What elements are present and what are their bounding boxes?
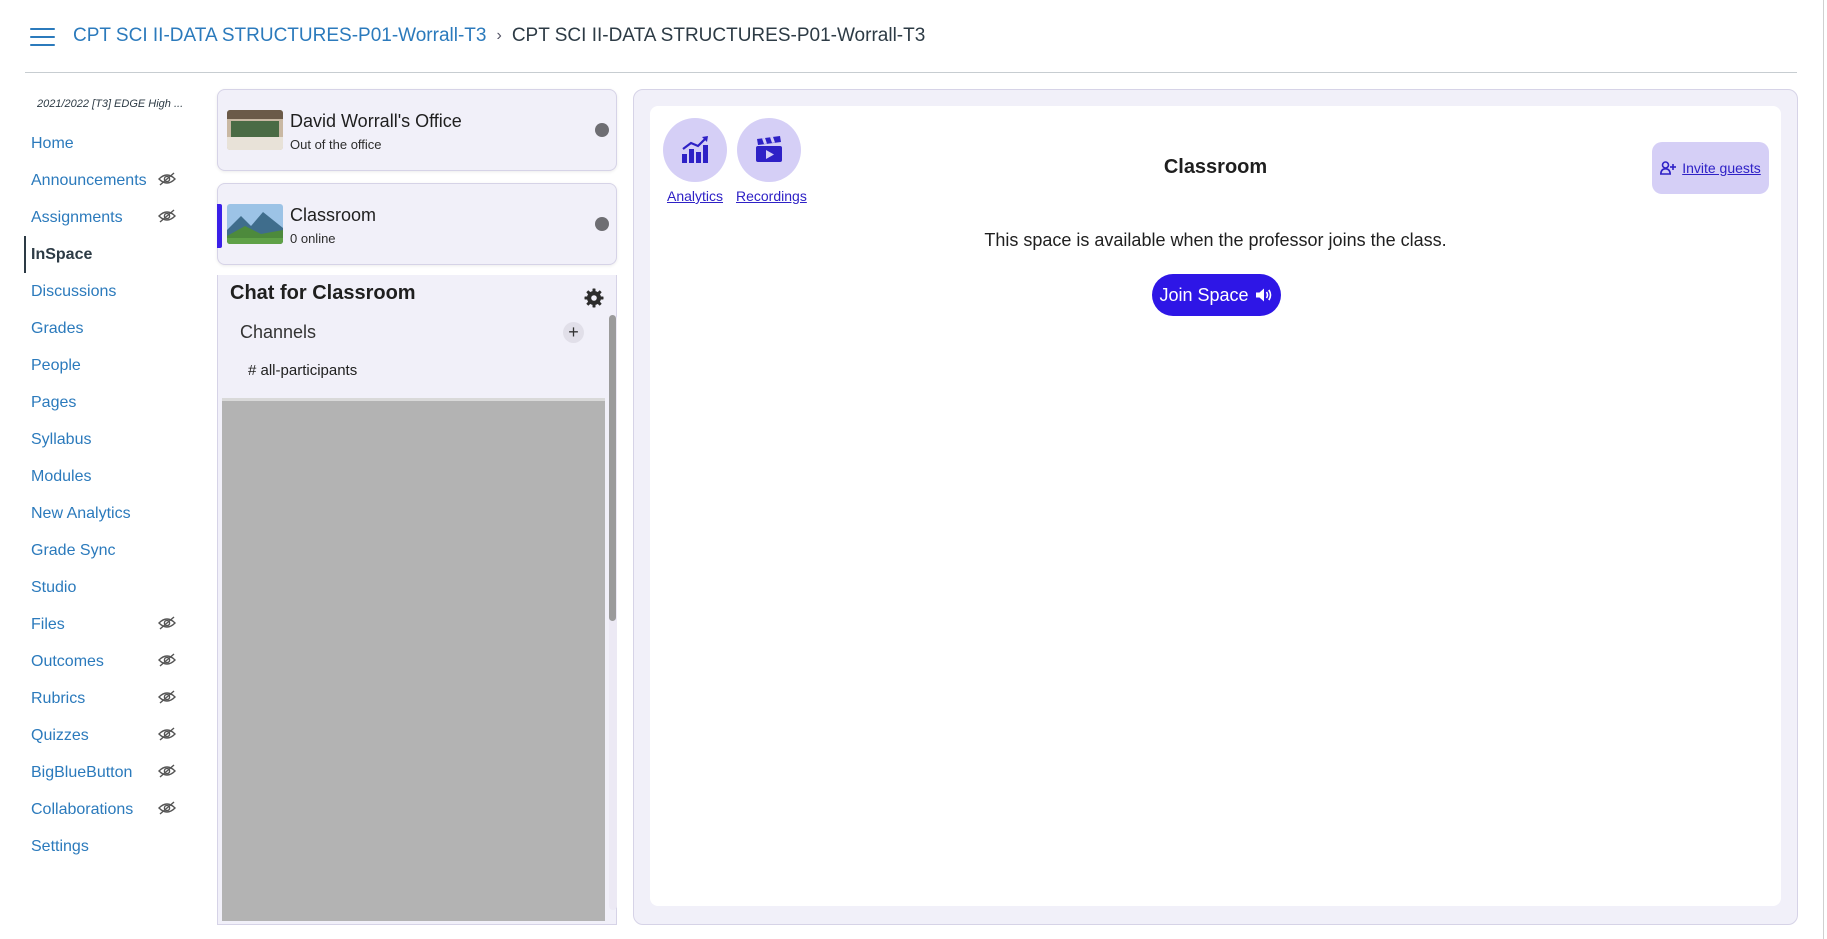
recordings-label[interactable]: Recordings: [736, 188, 807, 204]
breadcrumb-course-link[interactable]: CPT SCI II-DATA STRUCTURES-P01-Worrall-T…: [73, 25, 486, 47]
sidebar-item-label: Assignments: [31, 208, 123, 226]
sidebar-item-label: Rubrics: [31, 689, 86, 707]
add-channel-button[interactable]: +: [563, 322, 584, 343]
sidebar-item-label: Announcements: [31, 171, 147, 189]
course-navigation: Home Announcements Assignments InSpace Discu…: [24, 125, 184, 865]
hidden-from-students-eye-slash-icon: [158, 801, 176, 815]
hidden-from-students-eye-slash-icon: [158, 616, 176, 630]
chat-title: Chat for Classroom: [230, 282, 416, 304]
channels-heading: Channels: [240, 322, 317, 342]
sidebar-item-quizzes[interactable]: Quizzes: [24, 717, 184, 754]
sidebar-item-grades[interactable]: Grades: [24, 310, 184, 347]
invite-guests-label[interactable]: Invite guests: [1682, 160, 1761, 176]
hidden-from-students-eye-slash-icon: [158, 653, 176, 667]
sidebar-item-label: Files: [31, 615, 65, 633]
sidebar-item-label: Grades: [31, 319, 84, 337]
sidebar-item-studio[interactable]: Studio: [24, 569, 184, 606]
sidebar-item-syllabus[interactable]: Syllabus: [24, 421, 184, 458]
sidebar-item-people[interactable]: People: [24, 347, 184, 384]
window-edge: [1823, 0, 1827, 939]
course-term-label: 2021/2022 [T3] EDGE High ...: [37, 98, 184, 110]
course-header: CPT SCI II-DATA STRUCTURES-P01-Worrall-T…: [0, 0, 1797, 73]
hamburger-menu-icon[interactable]: [30, 28, 55, 48]
sidebar-item-bigbluebutton[interactable]: BigBlueButton: [24, 754, 184, 791]
classroom-space-name: Classroom: [290, 205, 377, 225]
sidebar-item-label: People: [31, 356, 81, 374]
sidebar-item-label: BigBlueButton: [31, 763, 133, 781]
sidebar-item-discussions[interactable]: Discussions: [24, 273, 184, 310]
join-space-button[interactable]: Join Space: [1152, 274, 1281, 316]
breadcrumb: CPT SCI II-DATA STRUCTURES-P01-Worrall-T…: [73, 25, 925, 47]
sidebar-item-settings[interactable]: Settings: [24, 828, 184, 865]
analytics-label[interactable]: Analytics: [662, 188, 728, 204]
sidebar-item-label: Pages: [31, 393, 77, 411]
sidebar-item-label: Modules: [31, 467, 92, 485]
sidebar-item-inspace[interactable]: InSpace: [24, 236, 184, 273]
office-presence-indicator: [595, 123, 609, 137]
sidebar-item-label: Discussions: [31, 282, 117, 300]
hidden-from-students-eye-slash-icon: [158, 690, 176, 704]
office-thumbnail: [227, 110, 283, 150]
header-divider: [25, 72, 1797, 73]
sidebar-item-label: Syllabus: [31, 430, 92, 448]
sidebar-item-label: New Analytics: [31, 504, 131, 522]
sidebar-item-new-analytics[interactable]: New Analytics: [24, 495, 184, 532]
sidebar-item-label: InSpace: [31, 245, 93, 263]
sidebar-item-label: Quizzes: [31, 726, 89, 744]
room-title: Classroom: [1163, 156, 1268, 178]
sidebar-item-label: Outcomes: [31, 652, 104, 670]
hidden-from-students-eye-slash-icon: [158, 209, 176, 223]
sidebar-item-label: Collaborations: [31, 800, 134, 818]
sidebar-item-home[interactable]: Home: [24, 125, 184, 162]
chat-settings-gear-icon[interactable]: [584, 288, 604, 308]
office-space-status: Out of the office: [290, 137, 382, 152]
sidebar-item-label: Settings: [31, 837, 89, 855]
breadcrumb-separator: ›: [496, 27, 502, 44]
channel-all-participants[interactable]: # all-participants: [248, 362, 357, 379]
room-content: Analytics Recordings Classroom Invite gu…: [650, 106, 1781, 906]
sidebar-item-rubrics[interactable]: Rubrics: [24, 680, 184, 717]
breadcrumb-current: CPT SCI II-DATA STRUCTURES-P01-Worrall-T…: [511, 25, 926, 46]
invite-guests-button[interactable]: Invite guests: [1652, 142, 1769, 194]
chat-messages-area: [222, 398, 605, 921]
add-user-icon: [1660, 161, 1677, 175]
sidebar-item-pages[interactable]: Pages: [24, 384, 184, 421]
join-space-label: Join Space: [1159, 284, 1249, 305]
chat-panel: Chat for Classroom Channels + # all-part…: [217, 275, 617, 925]
office-space-name: David Worrall's Office: [290, 111, 462, 131]
space-card-office[interactable]: David Worrall's Office Out of the office: [217, 89, 617, 171]
sidebar-item-announcements[interactable]: Announcements: [24, 162, 184, 199]
hidden-from-students-eye-slash-icon: [158, 764, 176, 778]
room-panel: Analytics Recordings Classroom Invite gu…: [633, 89, 1798, 925]
sidebar-item-files[interactable]: Files: [24, 606, 184, 643]
space-card-classroom[interactable]: Classroom 0 online: [217, 183, 617, 265]
classroom-thumbnail: [227, 204, 283, 244]
hidden-from-students-eye-slash-icon: [158, 172, 176, 186]
sidebar-item-modules[interactable]: Modules: [24, 458, 184, 495]
sidebar-item-outcomes[interactable]: Outcomes: [24, 643, 184, 680]
classroom-space-status: 0 online: [290, 231, 336, 246]
chat-scrollbar[interactable]: [609, 315, 617, 910]
classroom-presence-indicator: [595, 217, 609, 231]
sidebar-item-label: Home: [31, 134, 74, 152]
speaker-volume-icon: [1255, 288, 1271, 302]
sidebar-item-assignments[interactable]: Assignments: [24, 199, 184, 236]
sidebar-item-label: Studio: [31, 578, 77, 596]
hidden-from-students-eye-slash-icon: [158, 727, 176, 741]
availability-message: This space is available when the profess…: [984, 230, 1447, 250]
chat-scrollbar-thumb[interactable]: [609, 315, 616, 621]
sidebar-item-collaborations[interactable]: Collaborations: [24, 791, 184, 828]
sidebar-item-label: Grade Sync: [31, 541, 116, 559]
sidebar-item-grade-sync[interactable]: Grade Sync: [24, 532, 184, 569]
